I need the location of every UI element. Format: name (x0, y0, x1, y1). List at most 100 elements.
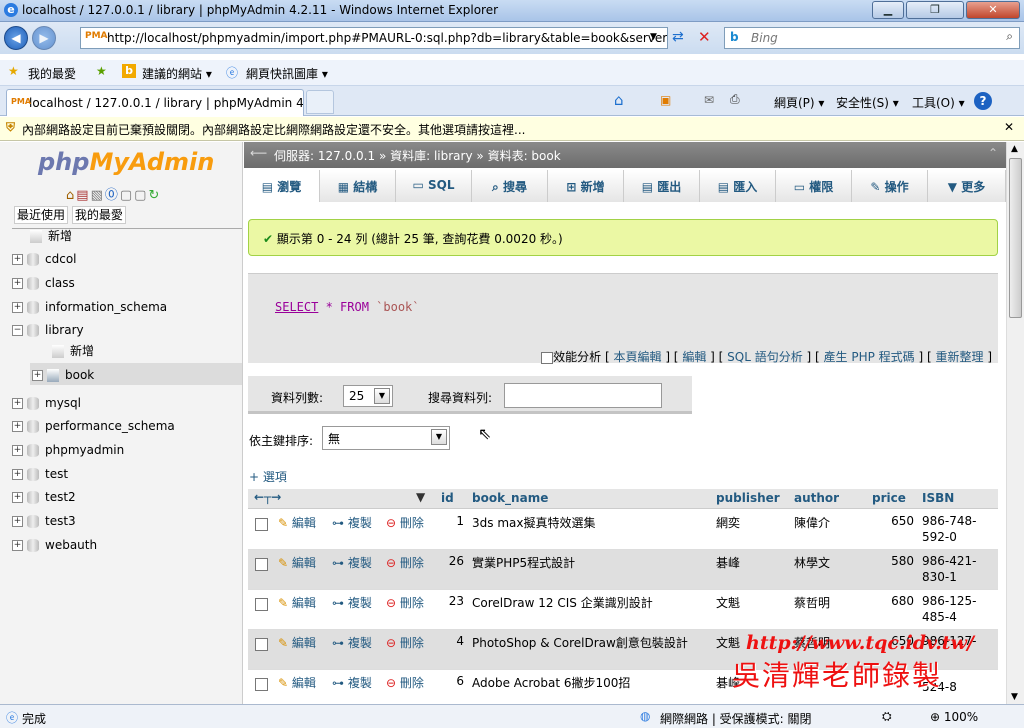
browser-tab[interactable]: PMA localhost / 127.0.0.1 / library | ph… (6, 89, 304, 116)
recent-tab[interactable]: 最近使用 (14, 206, 69, 224)
minimize-button[interactable]: ▁ (872, 1, 904, 19)
mail-icon[interactable]: ✉ (704, 93, 714, 107)
column-header[interactable]: author (794, 491, 839, 505)
expand-icon[interactable]: + (12, 469, 23, 480)
cell-isbn[interactable]: 986-125- (922, 594, 976, 608)
expand-icon[interactable]: + (12, 421, 23, 432)
delete-button[interactable]: ⊖ 刪除 (386, 514, 424, 531)
tab-privileges[interactable]: ▭ 權限 (776, 170, 852, 202)
copy-button[interactable]: ⊶ 複製 (332, 554, 372, 571)
expand-icon[interactable]: + (12, 278, 23, 289)
column-header[interactable]: publisher (716, 491, 780, 505)
favorites-button[interactable]: 我的最愛 (28, 65, 76, 82)
row-checkbox[interactable] (255, 558, 268, 571)
copy-button[interactable]: ⊶ 複製 (332, 674, 372, 691)
tab-sql[interactable]: ▭ SQL (396, 170, 472, 202)
expand-icon[interactable]: + (12, 492, 23, 503)
cell-book-name[interactable]: PhotoShop & CorelDraw創意包裝設計 (472, 634, 688, 651)
edit-button[interactable]: ✎ 編輯 (278, 594, 316, 611)
cell-book-name[interactable]: 3ds max擬真特效選集 (472, 514, 595, 531)
cell-id[interactable]: 26 (444, 554, 464, 568)
tab-import[interactable]: ▤ 匯入 (700, 170, 776, 202)
search-input[interactable]: b Bing ⌕ (724, 27, 1020, 49)
tab-operations[interactable]: ✎ 操作 (852, 170, 928, 202)
cell-author[interactable]: 林學文 (794, 554, 830, 571)
cell-author[interactable]: 蔡哲明 (794, 594, 830, 611)
options-link[interactable]: + 選項 (249, 468, 287, 485)
scroll-up-icon[interactable]: ▲ (1011, 144, 1018, 154)
doc-icon[interactable]: ▢ (120, 188, 134, 203)
expand-icon[interactable]: + (12, 445, 23, 456)
edit-button[interactable]: ✎ 編輯 (278, 554, 316, 571)
search-rows-input[interactable] (504, 383, 662, 408)
column-header[interactable]: price (872, 491, 906, 505)
home-icon[interactable]: ⌂ (614, 91, 624, 109)
sidebar-item-phpmyadmin[interactable]: + phpmyadmin (12, 443, 124, 457)
refresh-icon[interactable]: ⇄ (672, 29, 684, 45)
table-row[interactable]: ✎ 編輯 ⊶ 複製 ⊖ 刪除 26 實業PHP5程式設計 碁峰 林學文 580 … (248, 550, 998, 590)
back-button[interactable]: ◀ (4, 26, 28, 50)
close-infobar-icon[interactable]: ✕ (1004, 120, 1014, 134)
sidebar-item-book[interactable]: + book (32, 368, 94, 382)
print-icon[interactable]: ⎙ (730, 92, 740, 107)
sidebar-item-information-schema[interactable]: + information_schema (12, 300, 167, 314)
cell-author[interactable]: 陳偉介 (794, 514, 830, 531)
scroll-down-icon[interactable]: ▼ (1011, 692, 1018, 702)
sort-toggle-icon[interactable]: ▼ (416, 490, 425, 504)
explain-sql-link[interactable]: SQL 語句分析 (727, 350, 803, 364)
security-infobar[interactable]: ⛨ 內部網路設定目前已棄預設關閉。內部網路設定比網際網路設定還不安全。其他選項請… (0, 117, 1024, 141)
column-header[interactable]: id (441, 491, 454, 505)
forward-button[interactable]: ▶ (32, 26, 56, 50)
expand-icon[interactable]: + (12, 516, 23, 527)
add-favorite-icon[interactable]: ★ (96, 64, 107, 78)
reload-icon[interactable]: ↻ (148, 188, 161, 203)
logout-icon[interactable]: ▤ (76, 188, 90, 203)
refresh-link[interactable]: 重新整理 (935, 350, 983, 364)
cell-id[interactable]: 4 (444, 634, 464, 648)
row-checkbox[interactable] (255, 678, 268, 691)
new-tab-button[interactable] (306, 90, 334, 114)
cell-publisher[interactable]: 碁峰 (716, 554, 740, 571)
sidebar-item-test2[interactable]: + test2 (12, 490, 76, 504)
row-checkbox[interactable] (255, 518, 268, 531)
copy-button[interactable]: ⊶ 複製 (332, 514, 372, 531)
breadcrumb-table[interactable]: 資料表: book (488, 149, 561, 163)
address-input[interactable]: PMA http://localhost/phpmyadmin/import.p… (80, 27, 668, 49)
collapse-icon[interactable]: − (12, 325, 23, 336)
cell-isbn[interactable]: 986-421- (922, 554, 976, 568)
sort-select[interactable]: 無 ▼ (322, 426, 450, 450)
home-icon[interactable]: ⌂ (66, 188, 76, 203)
sidebar-item-performance-schema[interactable]: + performance_schema (12, 419, 175, 433)
cell-publisher[interactable]: 文魁 (716, 634, 740, 651)
cell-price[interactable]: 680 (878, 594, 914, 608)
cell-book-name[interactable]: Adobe Acrobat 6撇步100招 (472, 674, 630, 691)
resize-arrows-icon[interactable]: ←┬→ (254, 490, 281, 504)
copy-button[interactable]: ⊶ 複製 (332, 634, 372, 651)
expand-icon[interactable]: + (12, 302, 23, 313)
favorites-tab[interactable]: 我的最愛 (71, 206, 126, 224)
sidebar-item-test3[interactable]: + test3 (12, 514, 76, 528)
row-checkbox[interactable] (255, 638, 268, 651)
rows-select[interactable]: 25 ▼ (343, 385, 393, 407)
scrollbar-thumb[interactable] (1009, 158, 1022, 318)
delete-button[interactable]: ⊖ 刪除 (386, 554, 424, 571)
tab-browse[interactable]: ▤ 瀏覽 (244, 170, 320, 202)
delete-button[interactable]: ⊖ 刪除 (386, 674, 424, 691)
edit-button[interactable]: ✎ 編輯 (278, 634, 316, 651)
help-icon[interactable]: ? (974, 92, 992, 110)
row-checkbox[interactable] (255, 598, 268, 611)
tab-structure[interactable]: ▦ 結構 (320, 170, 396, 202)
tools-menu[interactable]: 工具(O) ▾ (912, 94, 965, 111)
breadcrumb-db[interactable]: 資料庫: library (390, 149, 472, 163)
query-window-icon[interactable]: ▧ (91, 188, 105, 203)
protected-mode-icon[interactable]: ⛭ (882, 709, 892, 724)
inline-edit-link[interactable]: 本頁編輯 (613, 350, 661, 364)
table-row[interactable]: ✎ 編輯 ⊶ 複製 ⊖ 刪除 1 3ds max擬真特效選集 網奕 陳偉介 65… (248, 510, 998, 550)
sidebar-item-new-db[interactable]: 新增 (30, 227, 72, 244)
scroll-top-icon[interactable]: ⌃ (988, 146, 998, 160)
page-menu[interactable]: 網頁(P) ▾ (774, 94, 824, 111)
docs-icon[interactable]: ⓪ (105, 188, 120, 203)
expand-icon[interactable]: + (12, 254, 23, 265)
search-icon[interactable]: ⌕ (1006, 29, 1013, 44)
settings-icon[interactable]: ▢ (134, 188, 148, 203)
